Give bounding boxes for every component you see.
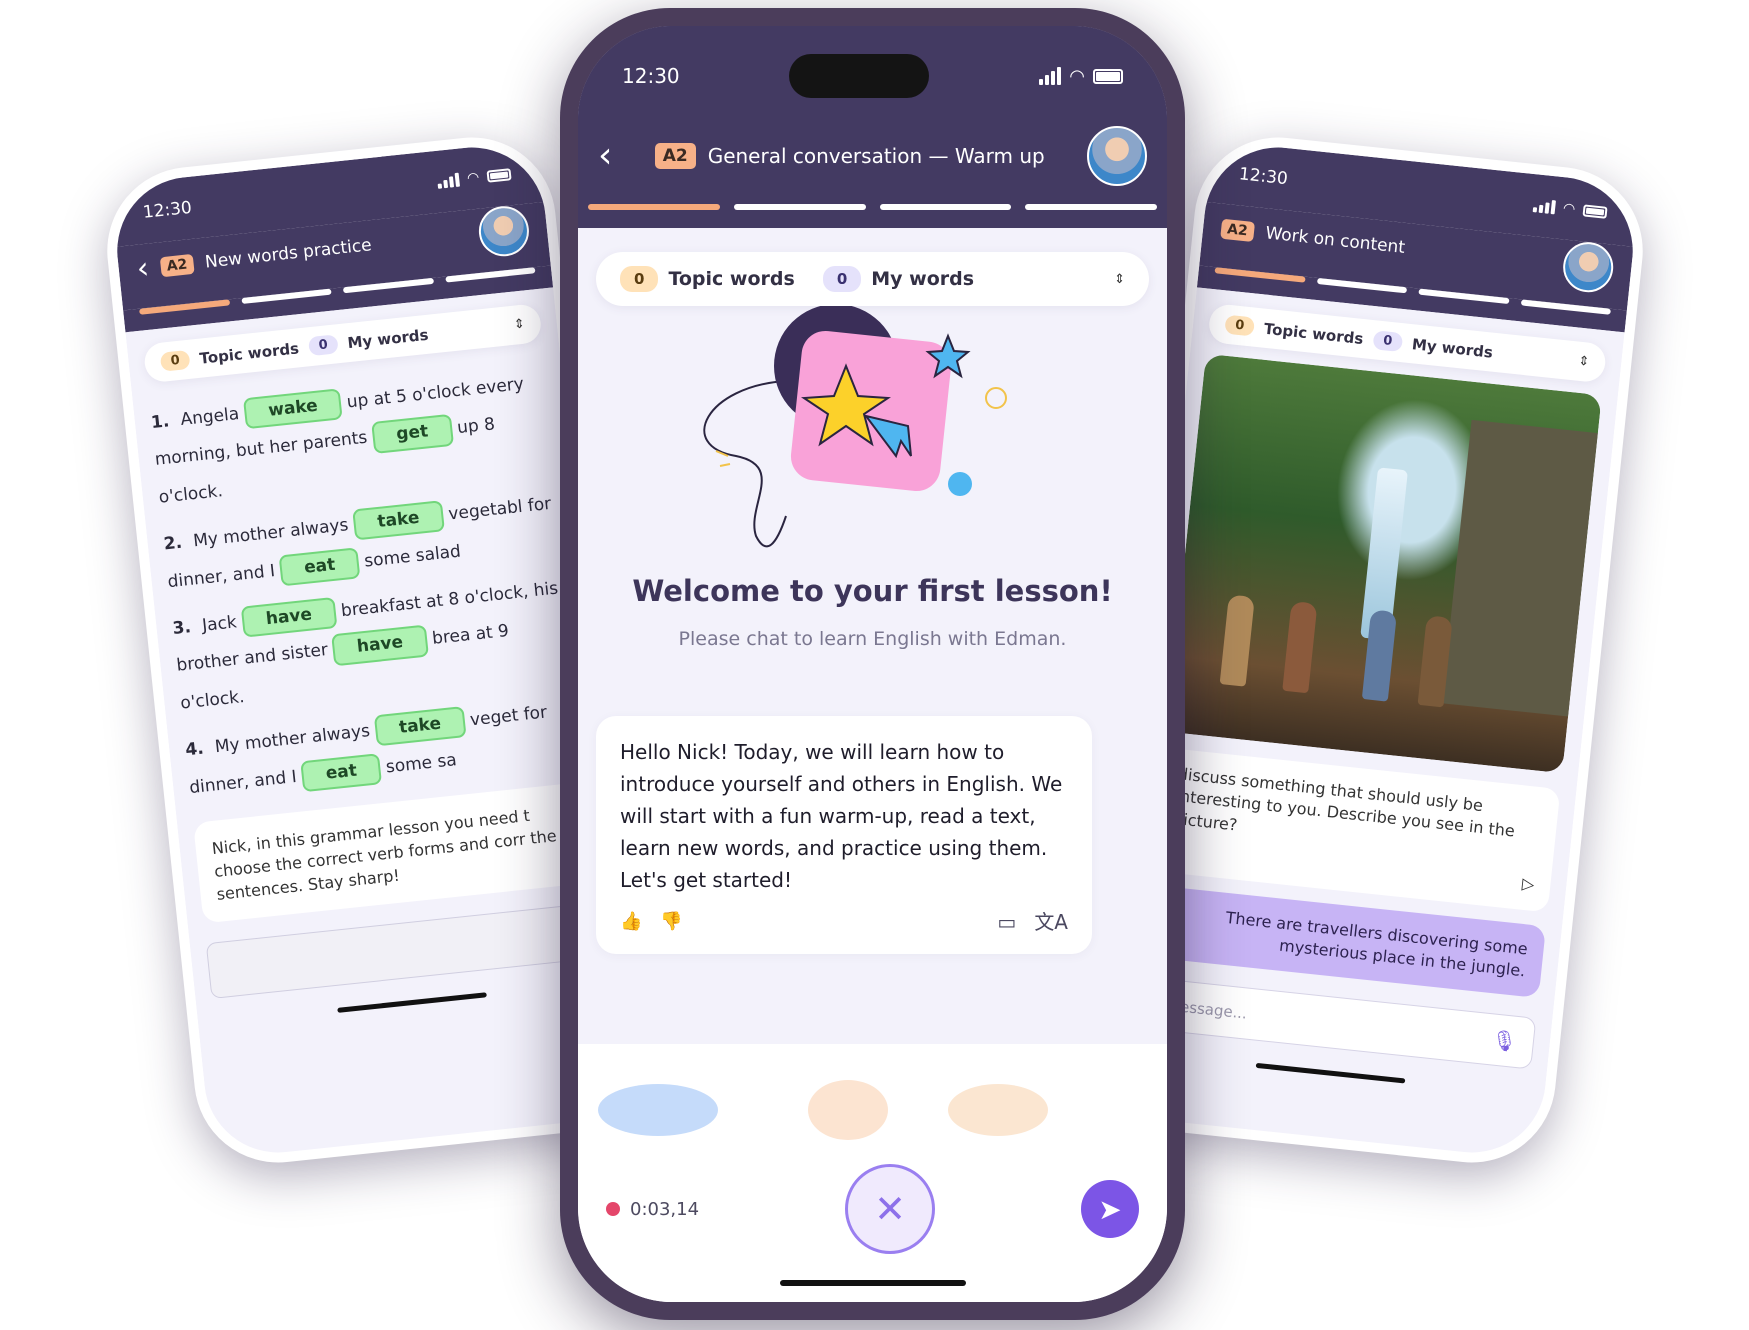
my-words-label: My words <box>1411 334 1494 362</box>
answer-chip[interactable]: have <box>331 624 429 666</box>
status-time: 12:30 <box>1237 164 1289 190</box>
level-badge: A2 <box>1220 218 1255 242</box>
my-words-count: 0 <box>1372 330 1404 353</box>
battery-icon <box>1092 68 1123 84</box>
tutor-message: discuss something that should usly be in… <box>1151 747 1561 913</box>
status-bar: 12:30 ◠ <box>578 26 1167 126</box>
grammar-exercise: 1. Angela wake up at 5 o'clock every mor… <box>149 364 587 807</box>
tutor-avatar[interactable] <box>1560 239 1616 295</box>
answer-chip[interactable]: eat <box>300 752 383 792</box>
answer-chip[interactable]: take <box>352 500 445 541</box>
lesson-header: ‹ A2 General conversation — Warm up <box>578 126 1167 204</box>
dynamic-island <box>789 54 930 98</box>
wifi-icon: ◠ <box>1562 200 1576 218</box>
status-time: 12:30 <box>622 64 680 88</box>
back-chevron-icon[interactable]: ‹ <box>598 138 612 174</box>
recording-timer: 0:03,14 <box>606 1199 699 1220</box>
thumbs-up-icon[interactable]: 👍 <box>620 908 642 937</box>
tutor-message-text: Hello Nick! Today, we will learn how to … <box>620 740 1063 892</box>
lesson-progress <box>578 204 1167 228</box>
progress-step <box>733 204 866 210</box>
welcome-illustration <box>596 304 1149 566</box>
welcome-heading: Welcome to your first lesson! <box>632 574 1113 608</box>
topic-words-label: Topic words <box>198 338 300 368</box>
progress-step <box>1025 204 1157 210</box>
send-button[interactable]: ➤ <box>1080 1180 1139 1238</box>
play-audio-icon[interactable]: ▷ <box>1169 836 1535 897</box>
my-words-count: 0 <box>822 266 862 292</box>
tutor-avatar[interactable] <box>1087 126 1147 186</box>
center-screen: 12:30 ◠ ‹ A2 General conversation — Warm… <box>578 26 1167 1302</box>
lesson-title: General conversation — Warm up <box>707 144 1045 168</box>
answer-chip[interactable]: have <box>240 596 338 638</box>
expand-chevrons-icon[interactable]: ⇕ <box>513 317 525 333</box>
answer-chip[interactable]: take <box>373 706 467 747</box>
jungle-travellers-image <box>1166 353 1602 774</box>
signal-icon <box>436 172 460 189</box>
wifi-icon: ◠ <box>1069 65 1085 87</box>
tutor-message: Hello Nick! Today, we will learn how to … <box>596 716 1092 954</box>
progress-step <box>588 204 720 210</box>
my-words-label: My words <box>871 268 975 290</box>
close-icon: ✕ <box>874 1187 906 1231</box>
battery-icon <box>1582 204 1608 219</box>
my-words-count: 0 <box>307 334 339 357</box>
level-badge: A2 <box>654 143 696 169</box>
battery-icon <box>486 168 512 183</box>
lesson-body: 0 Topic words 0 My words ⇕ Welcome to yo… <box>578 228 1167 954</box>
tutor-message: Nick, in this grammar lesson you need t … <box>193 781 600 924</box>
words-toggle[interactable]: 0 Topic words 0 My words ⇕ <box>596 252 1149 306</box>
my-words-label: My words <box>346 325 430 352</box>
topic-words-count: 0 <box>1224 314 1256 337</box>
topic-words-label: Topic words <box>668 268 795 290</box>
shooting-star-illustration <box>703 304 1007 548</box>
answer-chip[interactable]: eat <box>278 546 361 587</box>
expand-chevrons-icon[interactable]: ⇕ <box>1578 354 1590 370</box>
topic-words-count: 0 <box>620 266 659 292</box>
tutor-avatar[interactable] <box>476 203 532 259</box>
microphone-icon[interactable]: 🎙 <box>1490 1028 1518 1055</box>
audio-waveform <box>578 1075 1167 1145</box>
temple-shape <box>1441 419 1598 717</box>
traveller-figure <box>1282 600 1318 694</box>
translate-icon[interactable]: 文A <box>1034 906 1068 938</box>
subtitles-off-icon[interactable]: ▭ <box>997 906 1016 938</box>
cancel-recording-button[interactable]: ✕ <box>845 1164 936 1254</box>
message-actions: 👍 👎 ▭ 文A <box>620 906 1068 938</box>
home-indicator <box>779 1280 966 1286</box>
center-phone-mockup: 12:30 ◠ ‹ A2 General conversation — Warm… <box>560 8 1185 1320</box>
answer-chip[interactable]: get <box>370 414 454 454</box>
progress-step <box>879 204 1012 210</box>
expand-chevrons-icon[interactable]: ⇕ <box>1114 272 1125 287</box>
answer-chip[interactable]: wake <box>242 388 344 430</box>
topic-words-count: 0 <box>159 349 191 372</box>
level-badge: A2 <box>159 253 195 278</box>
thumbs-down-icon[interactable]: 👎 <box>660 908 682 937</box>
send-icon: ➤ <box>1098 1192 1122 1226</box>
status-time: 12:30 <box>141 197 193 223</box>
home-indicator <box>337 992 487 1014</box>
voice-recorder: 0:03,14 ✕ ➤ <box>578 1044 1167 1302</box>
recording-time: 0:03,14 <box>630 1198 700 1220</box>
signal-icon <box>1039 67 1062 85</box>
recording-dot-icon <box>606 1202 620 1216</box>
welcome-subtitle: Please chat to learn English with Edman. <box>678 628 1067 650</box>
topic-words-label: Topic words <box>1263 319 1365 348</box>
back-chevron-icon[interactable]: ‹ <box>135 251 151 287</box>
wifi-icon: ◠ <box>466 169 481 187</box>
traveller-figure <box>1219 594 1255 687</box>
signal-icon <box>1532 198 1556 215</box>
home-indicator <box>1255 1063 1406 1084</box>
